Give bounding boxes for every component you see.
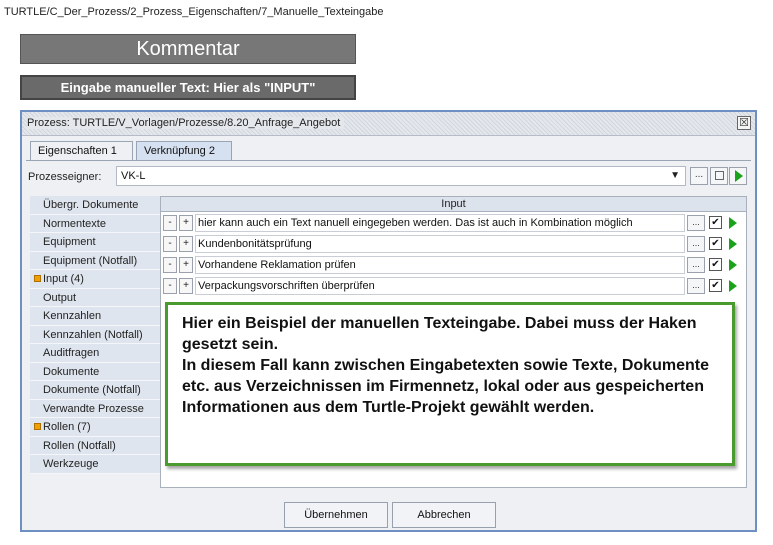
sidebar-item-label: Rollen (7) xyxy=(43,421,91,433)
input-explanation-banner: Eingabe manueller Text: Hier als "INPUT" xyxy=(20,75,356,100)
process-owner-label: Prozesseigner: xyxy=(28,171,102,183)
callout-text-1: Hier ein Beispiel der manuellen Texteing… xyxy=(182,315,697,353)
explanation-callout: Hier ein Beispiel der manuellen Texteing… xyxy=(165,302,735,466)
dropdown-arrow-icon[interactable]: ▼ xyxy=(670,170,680,181)
sidebar-item-label: Kennzahlen (Notfall) xyxy=(43,328,143,341)
owner-open-button[interactable] xyxy=(729,167,747,185)
browse-button[interactable]: ... xyxy=(687,215,705,231)
sidebar-item-label: Input (4) xyxy=(43,273,84,285)
apply-button[interactable]: Übernehmen xyxy=(284,502,388,528)
sidebar-item-label: Verwandte Prozesse xyxy=(43,402,144,415)
sidebar-item-label: Rollen (Notfall) xyxy=(43,439,116,452)
play-icon[interactable] xyxy=(729,238,737,250)
tab-divider xyxy=(26,160,751,161)
sidebar-item-label: Equipment (Notfall) xyxy=(43,254,138,267)
sidebar-item-label: Auditfragen xyxy=(43,347,100,359)
sidebar-item-uebergr-dokumente[interactable]: Übergr. Dokumente xyxy=(30,196,160,215)
row-checkbox[interactable]: ✔ xyxy=(709,216,722,229)
remove-row-button[interactable]: - xyxy=(163,278,177,294)
remove-row-button[interactable]: - xyxy=(163,236,177,252)
row-checkbox[interactable]: ✔ xyxy=(709,237,722,250)
sidebar-item-label: Equipment xyxy=(43,236,96,248)
cancel-button[interactable]: Abbrechen xyxy=(392,502,496,528)
row-checkbox[interactable]: ✔ xyxy=(709,279,722,292)
sidebar-item-label: Übergr. Dokumente xyxy=(43,199,139,211)
dialog-title: Prozess: TURTLE/V_Vorlagen/Prozesse/8.20… xyxy=(27,117,345,129)
marker-icon xyxy=(34,423,41,430)
input-text-field[interactable]: hier kann auch ein Text nanuell eingegeb… xyxy=(195,214,685,232)
input-text-field[interactable]: Kundenbonitätsprüfung xyxy=(195,235,685,253)
sidebar-item-label: Dokumente xyxy=(43,365,100,378)
sidebar-item-equipment[interactable]: Equipment xyxy=(30,233,160,252)
tab-eigenschaften[interactable]: Eigenschaften 1 xyxy=(30,141,133,160)
input-row: - + Vorhandene Reklamation prüfen ... ✔ xyxy=(161,255,748,275)
dialog-titlebar[interactable]: Prozess: TURTLE/V_Vorlagen/Prozesse/8.20… xyxy=(22,112,755,136)
browse-button[interactable]: ... xyxy=(687,278,705,294)
marker-icon xyxy=(34,275,41,282)
owner-browse-button[interactable]: ... xyxy=(690,167,708,185)
close-icon[interactable]: ☒ xyxy=(737,116,751,130)
input-row: - + Kundenbonitätsprüfung ... ✔ xyxy=(161,234,748,254)
square-icon xyxy=(714,171,724,180)
play-icon[interactable] xyxy=(729,280,737,292)
play-icon xyxy=(735,170,743,182)
sidebar-item-dokumente-notfall[interactable]: Dokumente (Notfall) xyxy=(30,381,160,400)
play-icon[interactable] xyxy=(729,217,737,229)
callout-text-2: In diesem Fall kann zwischen Eingabetext… xyxy=(182,357,709,416)
sidebar-item-input[interactable]: Input (4) xyxy=(30,270,160,289)
sidebar-item-verwandte-prozesse[interactable]: Verwandte Prozesse xyxy=(30,399,160,418)
sidebar-item-label: Normentexte xyxy=(43,217,106,230)
category-sidebar: Übergr. Dokumente Normentexte Equipment … xyxy=(30,196,160,474)
browse-button[interactable]: ... xyxy=(687,257,705,273)
row-checkbox[interactable]: ✔ xyxy=(709,258,722,271)
input-header: Input xyxy=(161,197,746,212)
sidebar-item-dokumente[interactable]: Dokumente xyxy=(30,362,160,381)
sidebar-item-kennzahlen-notfall[interactable]: Kennzahlen (Notfall) xyxy=(30,325,160,344)
sidebar-item-output[interactable]: Output xyxy=(30,288,160,307)
add-row-button[interactable]: + xyxy=(179,257,193,273)
breadcrumb: TURTLE/C_Der_Prozess/2_Prozess_Eigenscha… xyxy=(4,6,384,18)
input-text-field[interactable]: Vorhandene Reklamation prüfen xyxy=(195,256,685,274)
sidebar-item-equipment-notfall[interactable]: Equipment (Notfall) xyxy=(30,251,160,270)
process-owner-select[interactable]: VK-L ▼ xyxy=(116,166,686,186)
process-owner-value: VK-L xyxy=(121,170,146,182)
sidebar-item-label: Dokumente (Notfall) xyxy=(43,384,141,396)
sidebar-item-kennzahlen[interactable]: Kennzahlen xyxy=(30,307,160,326)
sidebar-item-auditfragen[interactable]: Auditfragen xyxy=(30,344,160,363)
comment-banner: Kommentar xyxy=(20,34,356,64)
input-row: - + Verpackungsvorschriften überprüfen .… xyxy=(161,276,748,296)
play-icon[interactable] xyxy=(729,259,737,271)
sidebar-item-werkzeuge[interactable]: Werkzeuge xyxy=(30,455,160,474)
owner-square-button[interactable] xyxy=(710,167,728,185)
sidebar-item-normentexte[interactable]: Normentexte xyxy=(30,214,160,233)
remove-row-button[interactable]: - xyxy=(163,257,177,273)
input-text-field[interactable]: Verpackungsvorschriften überprüfen xyxy=(195,277,685,295)
add-row-button[interactable]: + xyxy=(179,215,193,231)
sidebar-item-label: Werkzeuge xyxy=(43,458,99,470)
remove-row-button[interactable]: - xyxy=(163,215,177,231)
add-row-button[interactable]: + xyxy=(179,236,193,252)
sidebar-item-label: Output xyxy=(43,291,77,304)
tab-verknuepfung[interactable]: Verknüpfung 2 xyxy=(136,141,232,160)
input-row: - + hier kann auch ein Text nanuell eing… xyxy=(161,213,748,233)
add-row-button[interactable]: + xyxy=(179,278,193,294)
browse-button[interactable]: ... xyxy=(687,236,705,252)
sidebar-item-rollen[interactable]: Rollen (7) xyxy=(30,418,160,437)
sidebar-item-label: Kennzahlen xyxy=(43,310,102,322)
sidebar-item-rollen-notfall[interactable]: Rollen (Notfall) xyxy=(30,436,160,455)
